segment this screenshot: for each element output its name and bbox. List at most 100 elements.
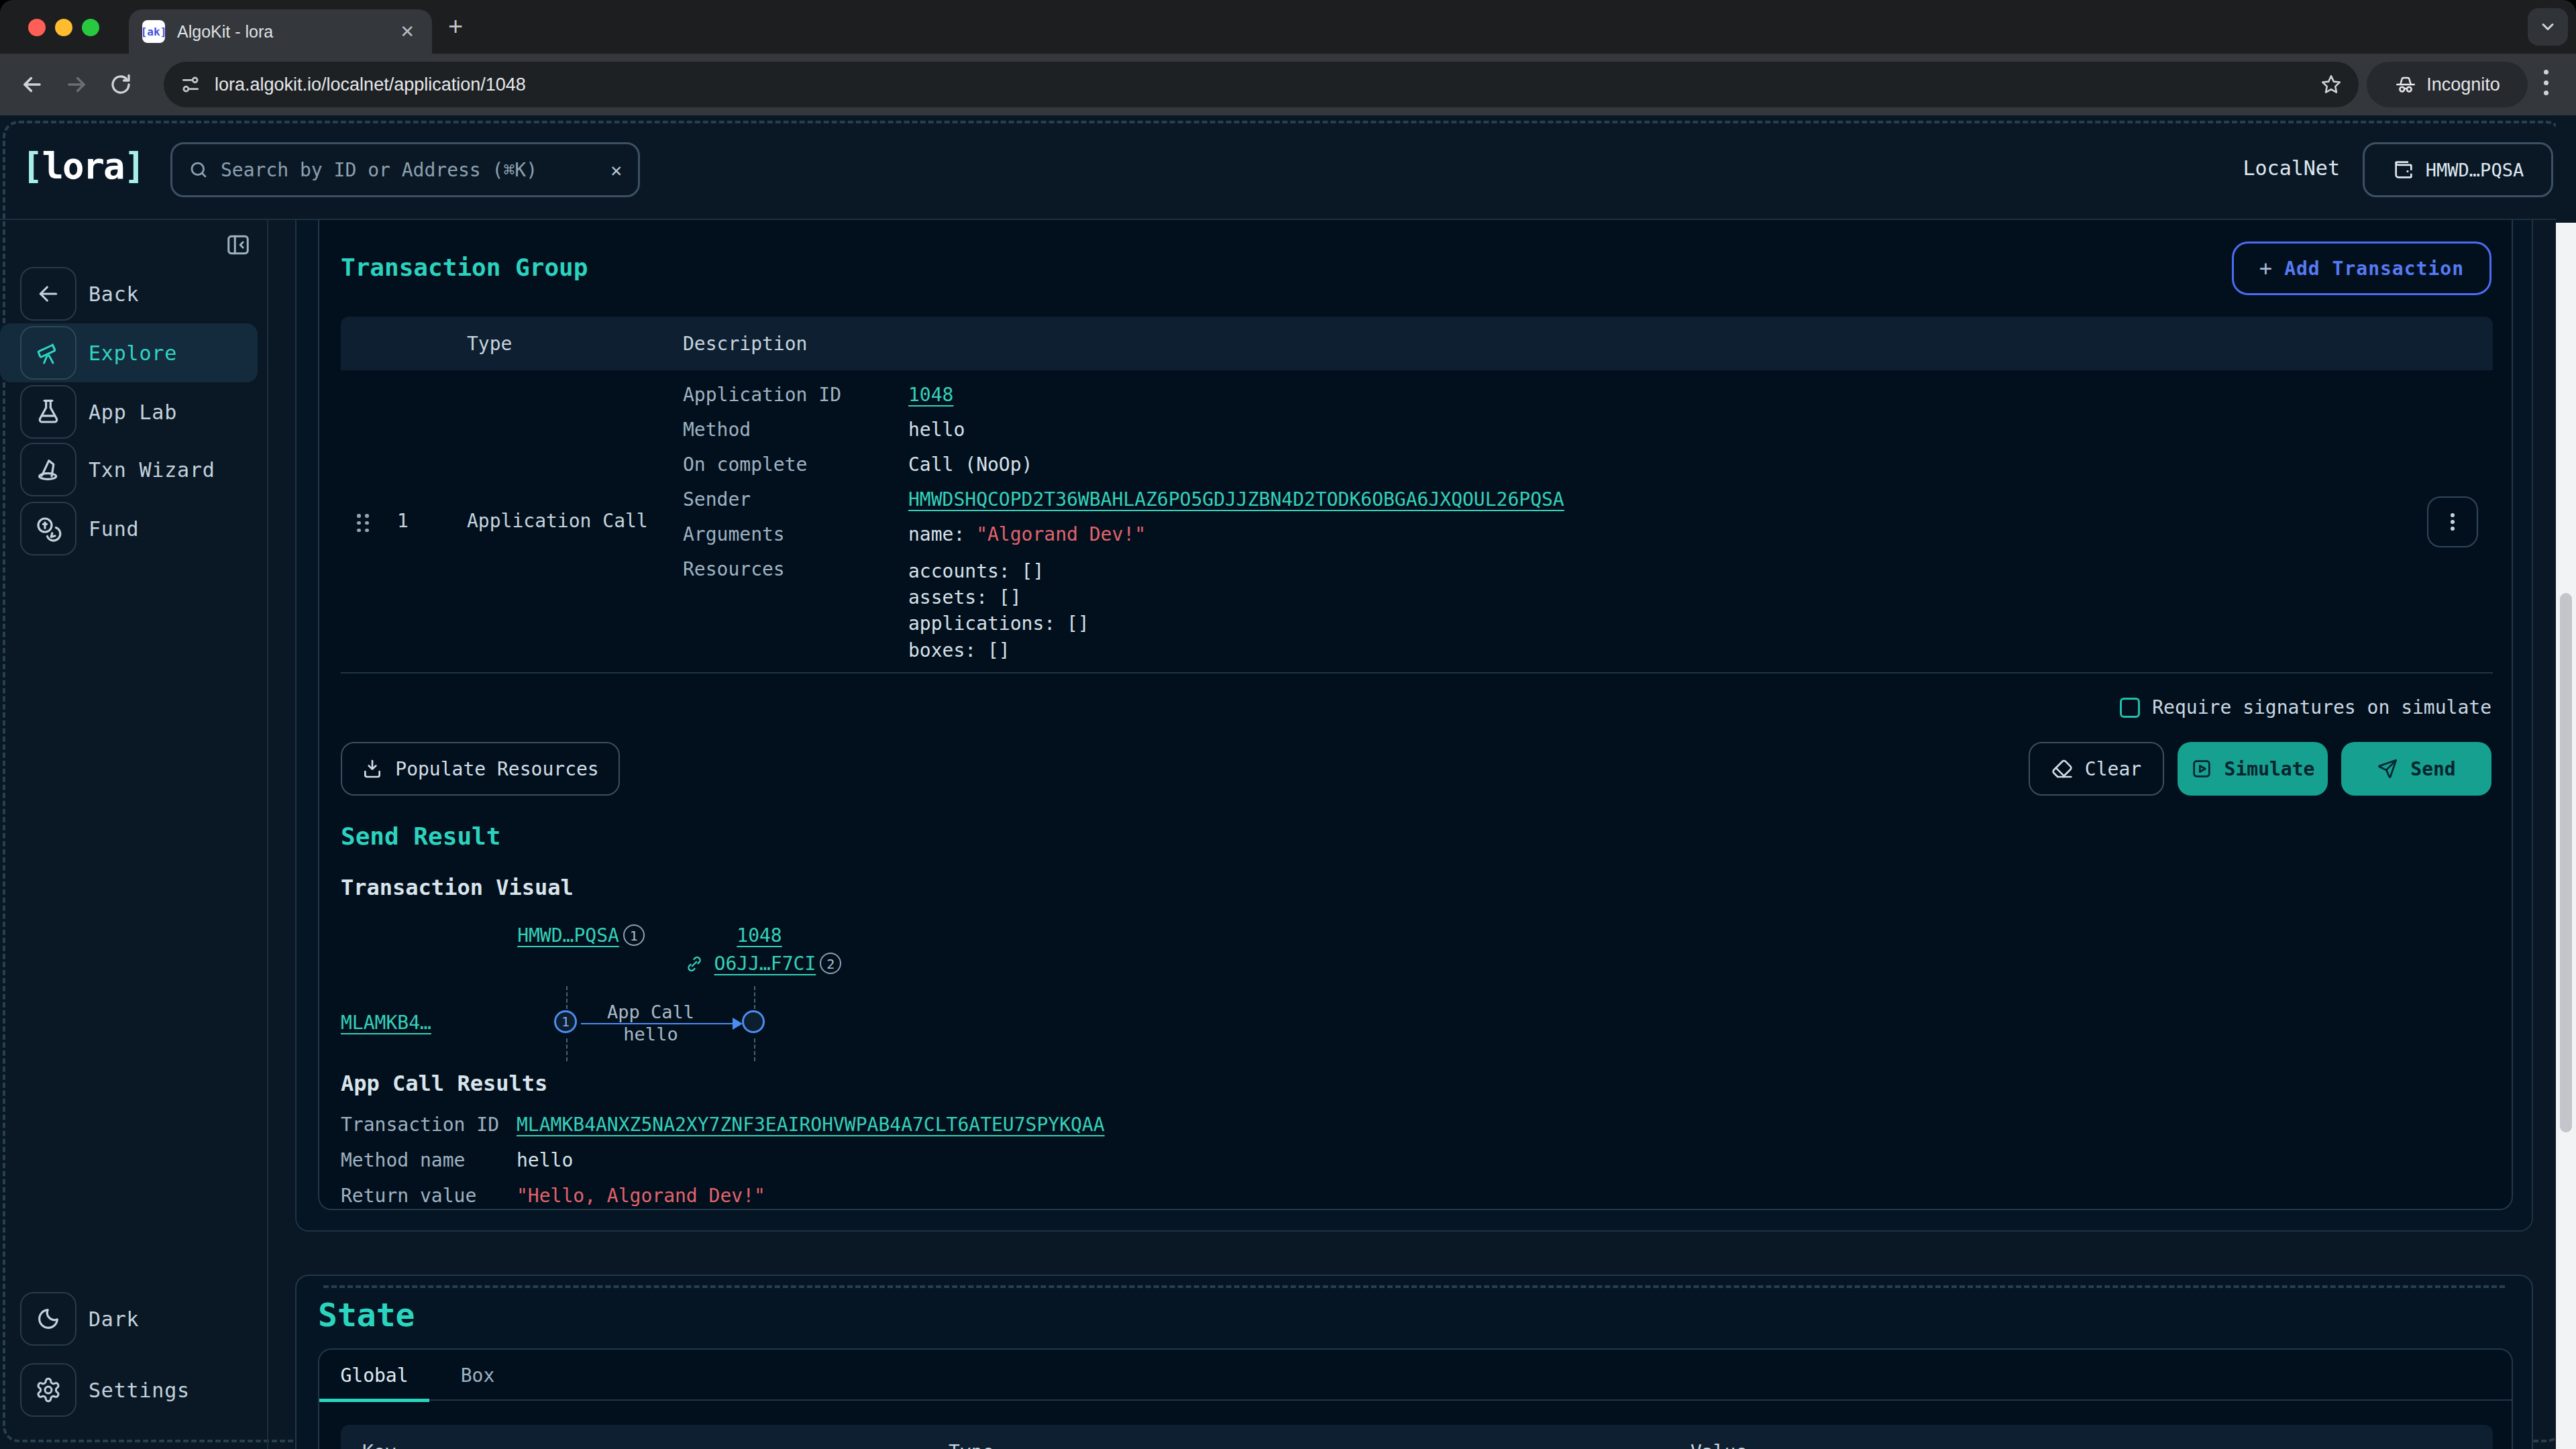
search-placeholder: Search by ID or Address (⌘K) <box>221 159 610 181</box>
telescope-icon <box>20 326 76 380</box>
transaction-table: Type Description 1 Application Call Appl… <box>341 317 2493 674</box>
send-button[interactable]: Send <box>2341 742 2491 796</box>
sidebar-item-label: Back <box>89 282 139 306</box>
column-type: Type <box>467 333 512 355</box>
browser-menu-button[interactable] <box>2544 70 2549 101</box>
state-table-header: Key Type Value <box>341 1425 2493 1449</box>
play-square-icon <box>2191 758 2212 780</box>
graph-app-sub-link[interactable]: O6JJ…F7CI2 <box>676 953 851 975</box>
incognito-icon <box>2394 73 2417 96</box>
transaction-id-link[interactable]: MLAMKB4ANXZ5NA2XY7ZNF3EAIROHVWPAB4A7CLT6… <box>517 1114 1105 1136</box>
screen: [ak] AlgoKit - lora ✕ + lora.algokit.io/… <box>0 0 2576 1449</box>
drag-handle-icon[interactable] <box>357 514 370 533</box>
badge-1: 1 <box>623 924 645 946</box>
graph-edge-label: App Callhello <box>590 1001 711 1045</box>
sidebar-item-label: Dark <box>89 1307 139 1331</box>
row-menu-button[interactable] <box>2427 496 2478 547</box>
graph-app-link[interactable]: 1048 <box>733 924 786 947</box>
resources-values: accounts: [] assets: [] applications: []… <box>908 558 1089 663</box>
page-scrollbar[interactable] <box>2556 223 2576 1449</box>
network-label[interactable]: LocalNet <box>2243 115 2341 220</box>
sidebar-item-txn-wizard[interactable]: Txn Wizard <box>0 440 258 499</box>
site-settings-icon[interactable] <box>180 74 201 95</box>
moon-icon <box>20 1292 76 1346</box>
require-signatures-checkbox[interactable] <box>2120 698 2140 718</box>
browser-window: [ak] AlgoKit - lora ✕ + lora.algokit.io/… <box>0 0 2576 1449</box>
tab-box[interactable]: Box <box>429 1350 526 1401</box>
row-description: Application ID1048 Methodhello On comple… <box>683 384 2159 676</box>
state-divider <box>323 1285 2505 1288</box>
tab-global[interactable]: Global <box>319 1350 429 1401</box>
arrow-left-icon <box>19 72 45 97</box>
sender-link[interactable]: HMWDSHQCOPD2T36WBAHLAZ6PO5GDJJZBN4D2TODK… <box>908 488 1564 511</box>
sidebar-item-back[interactable]: Back <box>0 264 258 323</box>
forward-button[interactable] <box>58 66 95 103</box>
sidebar-collapse-button[interactable] <box>225 232 251 258</box>
sidebar-item-label: App Lab <box>89 400 177 424</box>
back-button[interactable] <box>13 66 51 103</box>
sidebar-item-theme[interactable]: Dark <box>0 1289 258 1348</box>
chevron-down-icon <box>2538 17 2557 36</box>
app-call-results: Transaction IDMLAMKB4ANXZ5NA2XY7ZNF3EAIR… <box>341 1114 1105 1220</box>
tab-search-button[interactable] <box>2528 8 2568 46</box>
sidebar-item-fund[interactable]: Fund <box>0 499 258 558</box>
gear-icon <box>20 1363 76 1417</box>
new-tab-button[interactable]: + <box>448 13 463 39</box>
wallet-button[interactable]: HMWD…PQSA <box>2363 142 2553 197</box>
app-call-results-title: App Call Results <box>341 1071 547 1096</box>
column-key: Key <box>362 1441 396 1449</box>
column-description: Description <box>683 333 807 355</box>
add-transaction-button[interactable]: + Add Transaction <box>2232 241 2491 295</box>
populate-resources-button[interactable]: Populate Resources <box>341 742 620 796</box>
scrollbar-thumb[interactable] <box>2560 593 2572 1132</box>
wizard-hat-icon <box>20 443 76 496</box>
search-input[interactable]: Search by ID or Address (⌘K) ✕ <box>170 142 640 197</box>
transaction-group-card: Transaction Group + Add Transaction Type… <box>318 220 2513 1210</box>
sidebar-item-label: Txn Wizard <box>89 458 215 482</box>
state-title: State <box>318 1296 415 1334</box>
row-type: Application Call <box>467 510 648 532</box>
graph-account-link[interactable]: HMWD…PQSA1 <box>517 924 645 947</box>
graph-arrow-icon <box>733 1018 743 1030</box>
transaction-row[interactable]: 1 Application Call Application ID1048 Me… <box>341 370 2493 674</box>
column-value: Value <box>1690 1441 1747 1449</box>
search-clear-icon[interactable]: ✕ <box>610 159 622 181</box>
sidebar-item-settings[interactable]: Settings <box>0 1360 258 1419</box>
close-window-button[interactable] <box>28 19 46 36</box>
transaction-group-title: Transaction Group <box>341 254 588 281</box>
transaction-visual-graph: HMWD…PQSA1 1048 O6JJ…F7CI2 MLAMKB4… 1 <box>341 898 1280 1072</box>
coins-icon <box>20 502 76 555</box>
graph-node-to <box>742 1010 765 1033</box>
incognito-badge: Incognito <box>2367 62 2528 107</box>
address-bar[interactable]: lora.algokit.io/localnet/application/104… <box>164 62 2359 107</box>
require-signatures-label: Require signatures on simulate <box>2152 696 2491 718</box>
url-text[interactable]: lora.algokit.io/localnet/application/104… <box>215 74 2320 95</box>
arrow-left-icon <box>20 267 76 321</box>
bookmark-star-icon[interactable] <box>2320 73 2343 96</box>
lora-logo[interactable]: [lora] <box>21 145 144 187</box>
arrow-right-icon <box>64 72 89 97</box>
reload-icon <box>109 72 133 97</box>
sidebar-item-label: Settings <box>89 1379 190 1402</box>
app-header: [lora] Search by ID or Address (⌘K) ✕ Lo… <box>0 115 2556 220</box>
application-id-link[interactable]: 1048 <box>908 384 953 407</box>
browser-tabstrip: [ak] AlgoKit - lora ✕ + <box>0 0 2576 54</box>
clear-button[interactable]: Clear <box>2029 742 2164 796</box>
sidebar-item-app-lab[interactable]: App Lab <box>0 382 258 441</box>
table-header: Type Description <box>341 317 2493 370</box>
state-tablist: Global Box <box>319 1350 2512 1401</box>
sidebar-item-explore[interactable]: Explore <box>0 323 258 382</box>
minimize-window-button[interactable] <box>55 19 72 36</box>
tab-favicon: [ak] <box>142 20 165 43</box>
graph-txn-link[interactable]: MLAMKB4… <box>341 1012 431 1034</box>
transaction-visual-title: Transaction Visual <box>341 875 574 900</box>
simulate-button[interactable]: Simulate <box>2178 742 2328 796</box>
browser-tab[interactable]: [ak] AlgoKit - lora ✕ <box>129 9 432 54</box>
sidebar: Back Explore App Lab Txn Wizard <box>0 220 268 1449</box>
reload-button[interactable] <box>102 66 140 103</box>
tab-close-icon[interactable]: ✕ <box>396 21 419 42</box>
zoom-window-button[interactable] <box>82 19 99 36</box>
require-signatures-row: Require signatures on simulate <box>2120 696 2491 718</box>
wallet-address: HMWD…PQSA <box>2426 160 2524 180</box>
row-index: 1 <box>397 510 409 532</box>
